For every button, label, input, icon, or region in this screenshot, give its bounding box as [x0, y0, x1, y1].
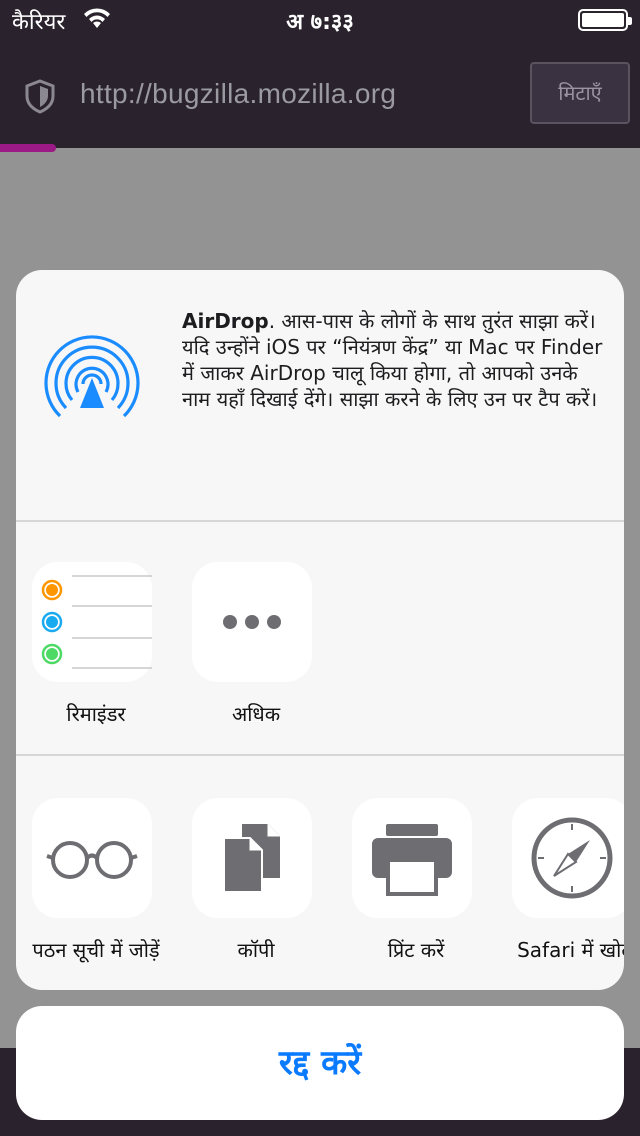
glasses-icon — [32, 798, 152, 918]
airdrop-section: AirDrop. आस-पास के लोगों के साथ तुरंत सा… — [16, 270, 624, 520]
divider — [16, 754, 624, 756]
action-print[interactable]: प्रिंट करें — [336, 798, 496, 990]
more-icon — [192, 562, 312, 682]
app-label: अधिक — [231, 702, 281, 726]
action-label: Safari में खोलें — [517, 938, 624, 962]
url-text[interactable]: http://bugzilla.mozilla.org — [80, 78, 396, 110]
clear-button[interactable]: मिटाएँ — [530, 62, 630, 124]
tracking-shield-icon[interactable] — [22, 78, 58, 114]
action-add-reading-list[interactable]: पठन सूची में जोड़ें — [16, 798, 176, 990]
action-open-safari[interactable]: Safari में खोलें — [496, 798, 624, 990]
copy-icon — [192, 798, 312, 918]
airdrop-icon — [44, 335, 140, 424]
battery-icon — [578, 9, 632, 31]
reminders-icon — [32, 562, 152, 682]
printer-icon — [352, 798, 472, 918]
app-more[interactable]: अधिक — [176, 562, 336, 762]
airdrop-description: AirDrop. आस-पास के लोगों के साथ तुरंत सा… — [182, 308, 612, 412]
divider — [16, 520, 624, 522]
airdrop-title: AirDrop — [182, 309, 269, 333]
browser-toolbar: कैरियर अ ७:३३ http://bugzilla.mozilla.or… — [0, 0, 640, 152]
app-row: रिमाइंडर अधिक — [16, 562, 624, 762]
page-load-progress — [0, 144, 56, 152]
share-sheet: AirDrop. आस-पास के लोगों के साथ तुरंत सा… — [16, 270, 624, 990]
action-copy[interactable]: कॉपी — [176, 798, 336, 990]
status-bar: कैरियर अ ७:३३ — [0, 0, 640, 40]
status-time: अ ७:३३ — [286, 10, 354, 35]
url-bar: http://bugzilla.mozilla.org मिटाएँ — [0, 44, 640, 144]
cancel-button[interactable]: रद्द करें — [16, 1006, 624, 1120]
app-reminders[interactable]: रिमाइंडर — [16, 562, 176, 762]
compass-icon — [512, 798, 624, 918]
action-row: पठन सूची में जोड़ें कॉपी प्रिंट करें Saf… — [16, 798, 624, 990]
